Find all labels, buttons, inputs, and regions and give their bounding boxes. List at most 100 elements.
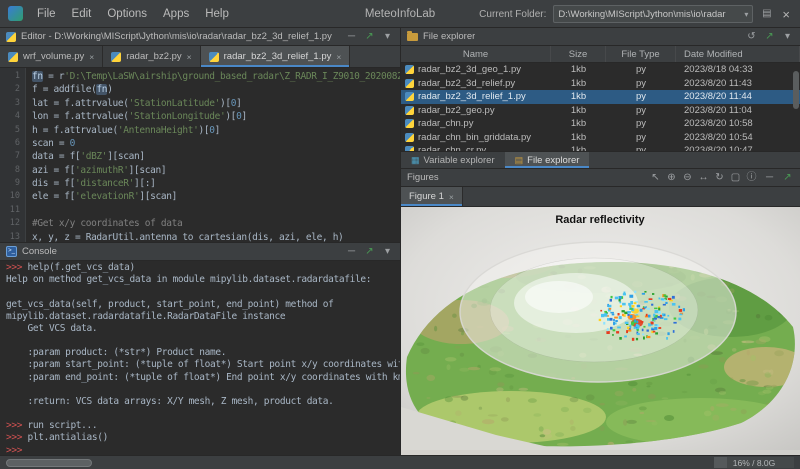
app-logo-icon — [8, 6, 23, 21]
window-close-icon[interactable]: × — [780, 7, 792, 22]
line-number: 7 — [0, 150, 20, 163]
column-header-size[interactable]: Size — [551, 46, 606, 62]
console-line: get_vcs_data(self, product, start_point,… — [6, 299, 400, 311]
python-file-icon — [405, 92, 414, 101]
console-panel-titlebar: >_ Console ─ ↗ ▾ — [0, 243, 400, 261]
menu-file[interactable]: File — [29, 0, 64, 28]
scrollbar-thumb[interactable] — [793, 71, 799, 109]
menu-edit[interactable]: Edit — [64, 0, 100, 28]
code-line: dis = f['distanceR'][:] — [32, 177, 400, 190]
console-line: :param product: (*str*) Product name. — [6, 347, 400, 359]
line-number: 2 — [0, 83, 20, 96]
file-table: radar_bz2_3d_geo_1.py1kbpy2023/8/18 04:3… — [401, 63, 800, 151]
console-line: :param end_point: (*tuple of float*) End… — [6, 372, 400, 384]
line-number: 8 — [0, 164, 20, 177]
line-number: 4 — [0, 110, 20, 123]
file-row[interactable]: radar_chn_bin_griddata.py1kbpy2023/8/20 … — [401, 131, 800, 145]
minimize-panel-icon[interactable]: ─ — [345, 31, 358, 43]
console-line — [6, 335, 400, 347]
python-file-icon — [111, 52, 121, 62]
column-header-date[interactable]: Date Modified — [676, 46, 800, 62]
column-header-name[interactable]: Name — [401, 46, 551, 62]
editor-tab[interactable]: wrf_volume.py × — [0, 46, 103, 67]
zoom-out-icon[interactable]: ⊖ — [681, 172, 694, 184]
tab-label: radar_bz2.py — [126, 51, 181, 62]
tab-figure-1[interactable]: Figure 1 × — [401, 187, 463, 206]
memory-indicator[interactable]: 16% / 8.0G — [714, 457, 794, 468]
file-row[interactable]: radar_bz2_3d_geo_1.py1kbpy2023/8/18 04:3… — [401, 63, 800, 77]
radar-dome — [460, 242, 736, 382]
menu-help[interactable]: Help — [197, 0, 237, 28]
pan-icon[interactable]: ↔ — [697, 172, 710, 184]
file-row[interactable]: radar_bz2_3d_relief.py1kbpy2023/8/20 11:… — [401, 77, 800, 91]
minimize-panel-icon[interactable]: ─ — [763, 172, 776, 184]
python-file-icon — [405, 133, 414, 142]
console-line: >>> run script... — [6, 420, 400, 432]
tab-file-explorer[interactable]: ▤File explorer — [505, 152, 590, 168]
console-output[interactable]: >>> help(f.get_vcs_data)Help on method g… — [0, 261, 400, 455]
minimize-panel-icon[interactable]: ─ — [345, 246, 358, 258]
close-tab-icon[interactable]: × — [89, 52, 94, 62]
folder-history-icon[interactable]: ▤ — [760, 8, 773, 20]
python-file-icon — [209, 52, 219, 62]
console-line: >>> plt.antialias() — [6, 432, 400, 444]
editor-panel-titlebar: Editor - D:\Working\MIScript\Jython\mis\… — [0, 28, 400, 46]
file-explorer-title: File explorer — [423, 31, 475, 42]
line-number: 11 — [0, 204, 20, 217]
figure-canvas[interactable]: Radar reflectivity — [401, 207, 800, 455]
menu-options[interactable]: Options — [99, 0, 155, 28]
panel-menu-icon[interactable]: ▾ — [381, 31, 394, 43]
file-explorer-panel: File explorer ↺ ↗ ▾ NameSizeFile TypeDat… — [401, 28, 800, 151]
float-panel-icon[interactable]: ↗ — [763, 31, 776, 43]
python-file-icon — [8, 52, 18, 62]
window-titlebar: FileEditOptionsAppsHelp MeteoInfoLab Cur… — [0, 0, 800, 28]
figure-title: Radar reflectivity — [555, 214, 645, 226]
figure-area[interactable]: Radar reflectivity — [401, 207, 800, 455]
console-panel: >_ Console ─ ↗ ▾ >>> help(f.get_vcs_data… — [0, 242, 401, 455]
full-extent-icon[interactable]: ▢ — [729, 172, 742, 184]
float-panel-icon[interactable]: ↗ — [363, 246, 376, 258]
zoom-in-icon[interactable]: ⊕ — [665, 172, 678, 184]
status-bar: 16% / 8.0G — [0, 455, 800, 469]
file-table-header: NameSizeFile TypeDate Modified — [401, 46, 800, 63]
current-folder-value: D:\Working\MIScript\Jython\mis\io\radar — [558, 9, 740, 20]
line-number: 13 — [0, 231, 20, 243]
code-line: #Get x/y coordinates of data — [32, 217, 400, 230]
python-file-icon — [6, 32, 16, 42]
file-row[interactable]: radar_chn.py1kbpy2023/8/20 10:58 — [401, 117, 800, 131]
float-panel-icon[interactable]: ↗ — [363, 31, 376, 43]
tab-label: wrf_volume.py — [23, 51, 84, 62]
console-line: mipylib.dataset.radardatafile.RadarDataF… — [6, 311, 400, 323]
close-tab-icon[interactable]: × — [449, 192, 454, 202]
identify-icon[interactable]: ⓘ — [745, 172, 758, 184]
current-folder-combobox[interactable]: D:\Working\MIScript\Jython\mis\io\radar … — [553, 5, 753, 23]
close-tab-icon[interactable]: × — [336, 52, 341, 62]
editor-tab[interactable]: radar_bz2_3d_relief_1.py × — [201, 46, 351, 67]
figures-panel: Figures ↖⊕⊖↔↻▢ⓘ ─ ↗ Figure 1 × — [401, 169, 800, 455]
panel-menu-icon[interactable]: ▾ — [381, 246, 394, 258]
file-row[interactable]: radar_bz2_3d_relief_1.py1kbpy2023/8/20 1… — [401, 90, 800, 104]
refresh-icon[interactable]: ↺ — [745, 31, 758, 43]
editor-tab[interactable]: radar_bz2.py × — [103, 46, 200, 67]
code-line: fn = r'D:\Temp\LaSW\airship\ground_based… — [32, 70, 400, 83]
file-row[interactable]: radar_chn_cr.py1kbpy2023/8/20 10:47 — [401, 144, 800, 151]
select-arrow-icon[interactable]: ↖ — [649, 172, 662, 184]
line-number: 10 — [0, 190, 20, 203]
console-line: >>> help(f.get_vcs_data) — [6, 262, 400, 274]
code-editor[interactable]: 12345678910111213 fn = r'D:\Temp\LaSW\ai… — [0, 68, 400, 242]
memory-text: 16% / 8.0G — [733, 458, 776, 468]
file-row[interactable]: radar_bz2_geo.py1kbpy2023/8/20 11:04 — [401, 104, 800, 118]
figure-toolbar: ↖⊕⊖↔↻▢ⓘ — [649, 172, 758, 184]
rotate-icon[interactable]: ↻ — [713, 172, 726, 184]
panel-menu-icon[interactable]: ▾ — [781, 31, 794, 43]
tab-label: radar_bz2_3d_relief_1.py — [224, 51, 332, 62]
menu-apps[interactable]: Apps — [155, 0, 197, 28]
python-file-icon — [405, 119, 414, 128]
column-header-type[interactable]: File Type — [606, 46, 676, 62]
editor-panel-title: Editor - D:\Working\MIScript\Jython\mis\… — [21, 31, 332, 42]
code-line: data = f['dBZ'][scan] — [32, 150, 400, 163]
code-line: h = f.attrvalue('AntennaHeight')[0] — [32, 124, 400, 137]
close-tab-icon[interactable]: × — [187, 52, 192, 62]
tab-variable-explorer[interactable]: ▦Variable explorer — [401, 152, 505, 168]
float-panel-icon[interactable]: ↗ — [781, 172, 794, 184]
